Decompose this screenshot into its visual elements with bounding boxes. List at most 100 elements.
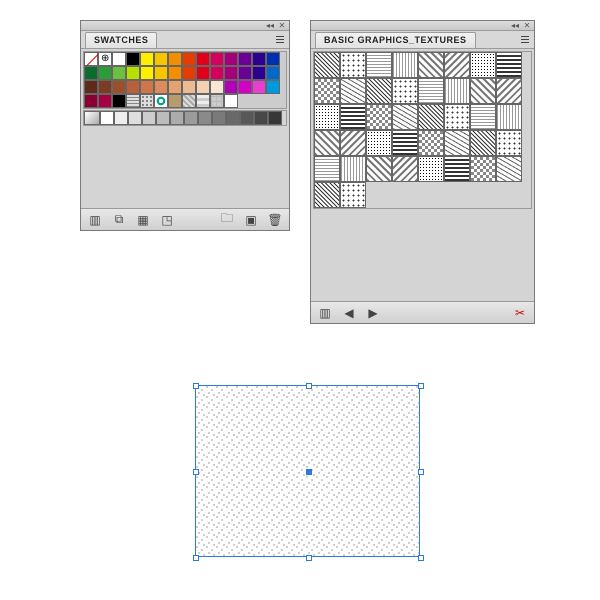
- texture-swatch[interactable]: [496, 156, 522, 182]
- texture-swatch[interactable]: [470, 52, 496, 78]
- swatch[interactable]: [84, 52, 98, 66]
- texture-swatch[interactable]: [496, 130, 522, 156]
- texture-swatch[interactable]: [314, 156, 340, 182]
- texture-swatch[interactable]: [496, 78, 522, 104]
- swatch[interactable]: [210, 80, 224, 94]
- texture-swatch[interactable]: [470, 104, 496, 130]
- swatch[interactable]: [140, 94, 154, 108]
- edit-none-icon[interactable]: ✂: [512, 305, 528, 321]
- libraries-icon[interactable]: ⧉: [111, 212, 127, 228]
- selection-handle[interactable]: [418, 383, 424, 389]
- texture-swatch[interactable]: [340, 52, 366, 78]
- swatch[interactable]: [140, 66, 154, 80]
- show-kind-icon[interactable]: ▦: [135, 212, 151, 228]
- texture-swatch[interactable]: [392, 130, 418, 156]
- swatch[interactable]: [238, 52, 252, 66]
- texture-swatch[interactable]: [470, 130, 496, 156]
- texture-swatch[interactable]: [340, 156, 366, 182]
- swatch[interactable]: [154, 80, 168, 94]
- swatch[interactable]: [168, 94, 182, 108]
- swatch[interactable]: [240, 111, 254, 125]
- swatch[interactable]: [210, 94, 224, 108]
- swatch[interactable]: [112, 80, 126, 94]
- swatch[interactable]: [156, 111, 170, 125]
- texture-swatch[interactable]: [366, 52, 392, 78]
- options-icon[interactable]: ◳: [159, 212, 175, 228]
- swatch[interactable]: [168, 66, 182, 80]
- selection-handle[interactable]: [193, 555, 199, 561]
- swatch[interactable]: [196, 66, 210, 80]
- collapse-icon[interactable]: ◂◂: [265, 22, 275, 29]
- texture-swatch[interactable]: [496, 52, 522, 78]
- swatch[interactable]: [252, 80, 266, 94]
- texture-swatch[interactable]: [314, 130, 340, 156]
- panel-menu-icon[interactable]: [518, 32, 532, 46]
- texture-swatch[interactable]: [366, 156, 392, 182]
- swatch[interactable]: [100, 111, 114, 125]
- panel-topbar[interactable]: ◂◂ ✕: [311, 21, 534, 31]
- texture-swatch[interactable]: [418, 130, 444, 156]
- texture-swatch[interactable]: [392, 52, 418, 78]
- swatch[interactable]: [142, 111, 156, 125]
- new-swatch-icon[interactable]: ▣: [243, 212, 259, 228]
- swatch[interactable]: [154, 94, 168, 108]
- swatch[interactable]: [126, 94, 140, 108]
- swatch[interactable]: [252, 52, 266, 66]
- swatch[interactable]: [84, 111, 100, 125]
- texture-swatch[interactable]: [392, 104, 418, 130]
- texture-swatch[interactable]: [418, 52, 444, 78]
- texture-swatch[interactable]: [314, 52, 340, 78]
- swatch[interactable]: [168, 52, 182, 66]
- tab-swatches[interactable]: SWATCHES: [85, 32, 157, 48]
- swatch[interactable]: [84, 94, 98, 108]
- swatch[interactable]: [126, 80, 140, 94]
- swatch[interactable]: [184, 111, 198, 125]
- swatch[interactable]: [212, 111, 226, 125]
- texture-swatch[interactable]: [470, 156, 496, 182]
- swatch[interactable]: [112, 52, 126, 66]
- swatch[interactable]: [226, 111, 240, 125]
- selection-handle[interactable]: [418, 469, 424, 475]
- texture-swatch[interactable]: [418, 78, 444, 104]
- panel-topbar[interactable]: ◂◂ ✕: [81, 21, 289, 31]
- swatch[interactable]: [196, 94, 210, 108]
- swatch[interactable]: [238, 80, 252, 94]
- texture-swatch[interactable]: [314, 104, 340, 130]
- texture-swatch[interactable]: [444, 130, 470, 156]
- swatch[interactable]: [182, 94, 196, 108]
- swatch[interactable]: [98, 80, 112, 94]
- texture-swatch[interactable]: [392, 156, 418, 182]
- panel-menu-icon[interactable]: [273, 32, 287, 46]
- swatch[interactable]: [126, 52, 140, 66]
- swatch[interactable]: [114, 111, 128, 125]
- texture-swatch[interactable]: [340, 78, 366, 104]
- tab-textures[interactable]: BASIC GRAPHICS_TEXTURES: [315, 32, 476, 48]
- texture-swatch[interactable]: [340, 130, 366, 156]
- texture-swatch[interactable]: [366, 78, 392, 104]
- texture-swatch[interactable]: [314, 182, 340, 208]
- swatch[interactable]: [182, 66, 196, 80]
- texture-swatch[interactable]: [496, 104, 522, 130]
- swatch-grid[interactable]: [83, 51, 287, 109]
- swatch[interactable]: [98, 52, 112, 66]
- library-menu-icon[interactable]: ▥: [317, 305, 333, 321]
- swatch[interactable]: [266, 66, 280, 80]
- swatch[interactable]: [238, 66, 252, 80]
- texture-swatch[interactable]: [392, 78, 418, 104]
- texture-swatch[interactable]: [314, 78, 340, 104]
- texture-swatch[interactable]: [340, 182, 366, 208]
- swatch[interactable]: [254, 111, 268, 125]
- swatch[interactable]: [98, 66, 112, 80]
- texture-swatch[interactable]: [470, 78, 496, 104]
- swatch[interactable]: [154, 52, 168, 66]
- swatch[interactable]: [140, 80, 154, 94]
- selection-handle[interactable]: [306, 383, 312, 389]
- swatch[interactable]: [154, 66, 168, 80]
- texture-swatch[interactable]: [418, 156, 444, 182]
- swatch[interactable]: [182, 80, 196, 94]
- texture-swatch[interactable]: [444, 52, 470, 78]
- collapse-icon[interactable]: ◂◂: [510, 22, 520, 29]
- selection-handle[interactable]: [193, 469, 199, 475]
- swatch[interactable]: [140, 52, 154, 66]
- swatch[interactable]: [98, 94, 112, 108]
